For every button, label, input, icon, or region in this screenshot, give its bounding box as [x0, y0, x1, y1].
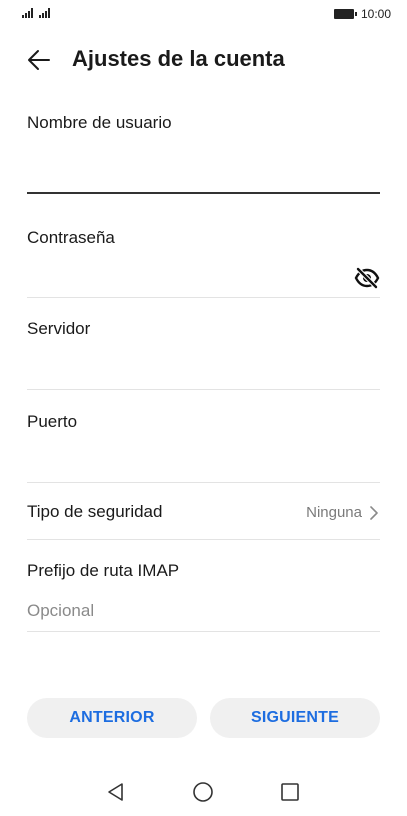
next-button[interactable]: SIGUIENTE	[210, 698, 380, 738]
username-label: Nombre de usuario	[27, 113, 172, 132]
back-arrow-icon	[28, 50, 50, 70]
page-title: Ajustes de la cuenta	[72, 46, 285, 71]
nav-recents-button[interactable]	[278, 780, 302, 804]
imap-prefix-field-group: Prefijo de ruta IMAP	[27, 561, 380, 633]
port-input[interactable]	[27, 450, 380, 478]
security-type-value: Ninguna	[306, 504, 362, 521]
nav-home-button[interactable]	[191, 780, 215, 804]
status-time: 10:00	[360, 7, 391, 21]
server-field-group: Servidor	[27, 319, 380, 391]
status-bar: 10:00	[0, 0, 407, 30]
security-type-label: Tipo de seguridad	[27, 502, 163, 521]
port-underline	[27, 482, 380, 483]
nav-back-button[interactable]	[104, 780, 128, 804]
username-field-group: Nombre de usuario	[27, 113, 380, 195]
password-input[interactable]	[27, 266, 347, 294]
password-underline	[27, 297, 380, 298]
security-underline	[27, 539, 380, 540]
security-type-row[interactable]: Tipo de seguridad Ninguna	[27, 486, 380, 540]
username-input[interactable]	[27, 159, 380, 187]
status-right: 10:00	[333, 7, 391, 21]
battery-icon	[333, 9, 357, 19]
signal-icon	[22, 8, 33, 18]
signal-icon	[39, 8, 50, 18]
port-field-group: Puerto	[27, 412, 380, 484]
nav-recents-icon	[281, 783, 299, 801]
server-underline	[27, 389, 380, 390]
signal-indicators	[22, 8, 50, 18]
chevron-right-icon	[370, 506, 378, 520]
password-field-group: Contraseña	[27, 228, 380, 300]
system-navigation-bar	[0, 772, 407, 812]
nav-back-icon	[108, 783, 123, 801]
eye-off-icon	[354, 266, 380, 290]
back-button[interactable]	[27, 49, 51, 71]
server-label: Servidor	[27, 319, 91, 338]
account-settings-screen: 10:00 Ajustes de la cuenta Nombre de usu…	[0, 0, 407, 816]
toggle-password-visibility-button[interactable]	[354, 266, 380, 290]
previous-button[interactable]: ANTERIOR	[27, 698, 197, 738]
imap-prefix-input[interactable]	[27, 597, 380, 625]
nav-home-icon	[193, 782, 213, 802]
password-label: Contraseña	[27, 228, 115, 247]
username-underline	[27, 192, 380, 194]
port-label: Puerto	[27, 412, 78, 431]
imap-prefix-underline	[27, 631, 380, 632]
app-header: Ajustes de la cuenta	[0, 40, 407, 80]
server-input[interactable]	[27, 357, 380, 385]
imap-prefix-label: Prefijo de ruta IMAP	[27, 561, 180, 580]
